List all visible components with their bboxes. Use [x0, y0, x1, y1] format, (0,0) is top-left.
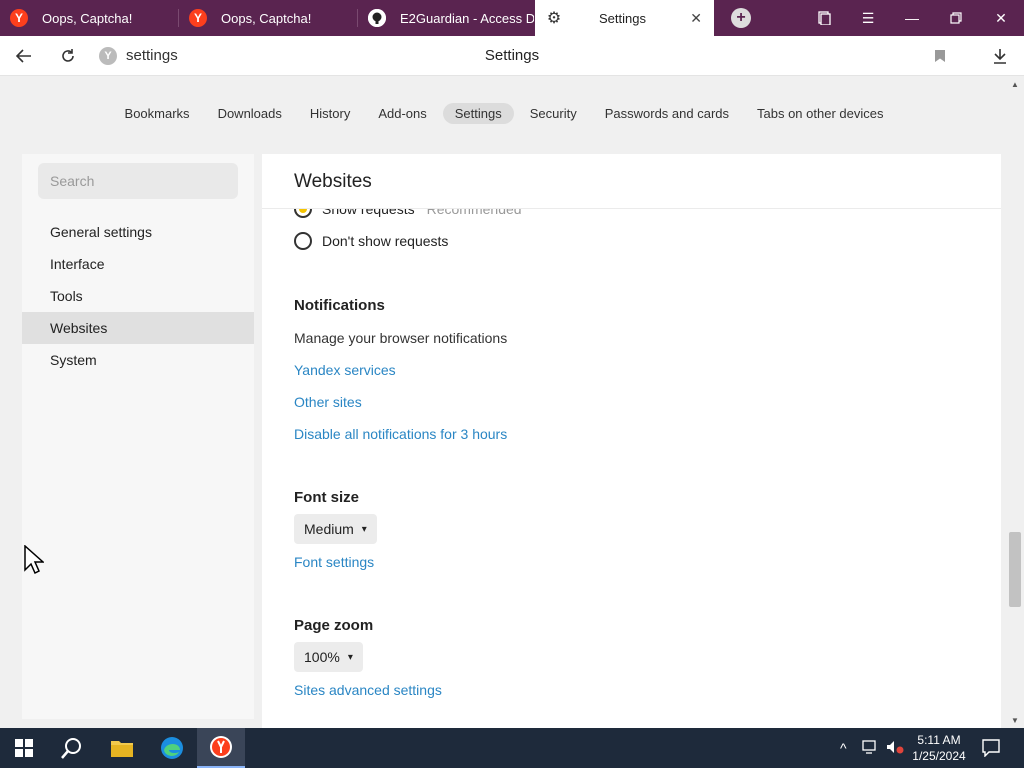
- font-size-value: Medium: [304, 521, 354, 537]
- notifications-title: Notifications: [294, 297, 385, 314]
- reload-button[interactable]: [56, 44, 80, 68]
- other-sites-link[interactable]: Other sites: [294, 394, 362, 410]
- nav-settings[interactable]: Settings: [442, 103, 514, 124]
- tab-collections-icon[interactable]: [802, 0, 846, 36]
- sidebar-item-interface[interactable]: Interface: [22, 248, 254, 280]
- github-icon: [368, 9, 386, 27]
- websites-panel: Websites Show requests Recommended Don't…: [262, 154, 1001, 728]
- panel-title: Websites: [294, 171, 372, 192]
- yandex-icon: Y: [10, 9, 28, 27]
- nav-downloads[interactable]: Downloads: [206, 103, 294, 124]
- nav-passwords-and-cards[interactable]: Passwords and cards: [593, 103, 741, 124]
- yandex-icon: Y: [189, 9, 207, 27]
- settings-top-nav: Bookmarks Downloads History Add-ons Sett…: [0, 103, 1008, 124]
- font-size-title: Font size: [294, 489, 360, 506]
- search-icon[interactable]: [48, 728, 96, 768]
- address-bar: Y settings Settings: [0, 36, 1024, 76]
- font-settings-link[interactable]: Font settings: [294, 554, 374, 570]
- close-tab-icon[interactable]: ✕: [690, 10, 702, 27]
- dont-show-requests-option[interactable]: Don't show requests: [294, 232, 448, 250]
- back-button[interactable]: [12, 44, 36, 68]
- volume-muted-icon[interactable]: [886, 740, 904, 757]
- minimize-button[interactable]: —: [890, 0, 934, 36]
- page-zoom-dropdown[interactable]: 100% ▾: [294, 642, 363, 672]
- scroll-up-arrow-icon[interactable]: ▲: [1011, 80, 1019, 89]
- font-size-dropdown[interactable]: Medium ▾: [294, 514, 377, 544]
- sidebar-item-system[interactable]: System: [22, 344, 254, 376]
- tab-title: Oops, Captcha!: [221, 10, 312, 26]
- file-explorer-icon[interactable]: [98, 728, 146, 768]
- restore-button[interactable]: [934, 0, 978, 36]
- nav-bookmarks[interactable]: Bookmarks: [113, 103, 202, 124]
- nav-addons[interactable]: Add-ons: [366, 103, 438, 124]
- radio-unchecked-icon[interactable]: [294, 232, 312, 250]
- chevron-down-icon: ▾: [347, 651, 353, 663]
- sidebar-item-tools[interactable]: Tools: [22, 280, 254, 312]
- tab-strip: Y Oops, Captcha! Y Oops, Captcha! E2Guar…: [0, 0, 1024, 36]
- system-clock[interactable]: 5:11 AM 1/25/2024: [905, 732, 973, 764]
- tab-settings[interactable]: ⚙ Settings ✕: [535, 0, 714, 36]
- settings-search-input[interactable]: [38, 163, 238, 199]
- clock-date: 1/25/2024: [912, 749, 966, 763]
- yandex-site-icon: Y: [99, 47, 117, 65]
- panel-header: Websites: [262, 154, 1001, 209]
- chevron-down-icon: ▾: [361, 523, 367, 535]
- nav-history[interactable]: History: [298, 103, 362, 124]
- gear-icon: ⚙: [546, 10, 562, 27]
- new-tab-button[interactable]: +: [731, 8, 751, 28]
- network-icon[interactable]: [862, 740, 878, 757]
- sites-advanced-settings-link[interactable]: Sites advanced settings: [294, 682, 442, 698]
- clock-time: 5:11 AM: [917, 733, 961, 747]
- settings-sidebar: General settings Interface Tools Website…: [22, 154, 254, 719]
- chevron-up-icon[interactable]: ^: [840, 740, 847, 756]
- tab-oops-captcha-2[interactable]: Y Oops, Captcha!: [179, 0, 357, 36]
- close-window-button[interactable]: ✕: [979, 0, 1023, 36]
- page-zoom-value: 100%: [304, 649, 340, 665]
- windows-start-icon[interactable]: [0, 728, 48, 768]
- tab-title: E2Guardian - Access De: [400, 10, 534, 26]
- notifications-icon[interactable]: [982, 739, 1000, 761]
- tab-title: Settings: [599, 10, 646, 26]
- windows-taskbar: ^ 5:11 AM 1/25/2024: [0, 728, 1024, 768]
- sidebar-item-general-settings[interactable]: General settings: [22, 216, 254, 248]
- tab-title: Oops, Captcha!: [42, 10, 133, 26]
- yandex-services-link[interactable]: Yandex services: [294, 362, 396, 378]
- notifications-description: Manage your browser notifications: [294, 330, 508, 346]
- dont-show-requests-label: Don't show requests: [322, 233, 449, 249]
- yandex-browser-icon[interactable]: [197, 728, 245, 768]
- scrollbar[interactable]: ▲ ▼: [1008, 77, 1024, 728]
- mouse-cursor-icon: [24, 544, 45, 580]
- sidebar-item-websites[interactable]: Websites: [22, 312, 254, 344]
- scrollbar-thumb[interactable]: [1009, 532, 1021, 607]
- tab-oops-captcha-1[interactable]: Y Oops, Captcha!: [0, 0, 178, 36]
- edge-browser-icon[interactable]: [148, 728, 196, 768]
- nav-tabs-on-other-devices[interactable]: Tabs on other devices: [745, 103, 895, 124]
- scroll-down-arrow-icon[interactable]: ▼: [1011, 716, 1019, 725]
- disable-notifications-link[interactable]: Disable all notifications for 3 hours: [294, 426, 507, 442]
- url-text[interactable]: settings: [126, 47, 178, 64]
- page-zoom-title: Page zoom: [294, 617, 374, 634]
- nav-security[interactable]: Security: [518, 103, 589, 124]
- menu-icon[interactable]: ☰: [846, 0, 890, 36]
- tab-e2guardian[interactable]: E2Guardian - Access De: [358, 0, 534, 36]
- download-icon[interactable]: [988, 44, 1012, 68]
- bookmark-icon[interactable]: [928, 44, 952, 68]
